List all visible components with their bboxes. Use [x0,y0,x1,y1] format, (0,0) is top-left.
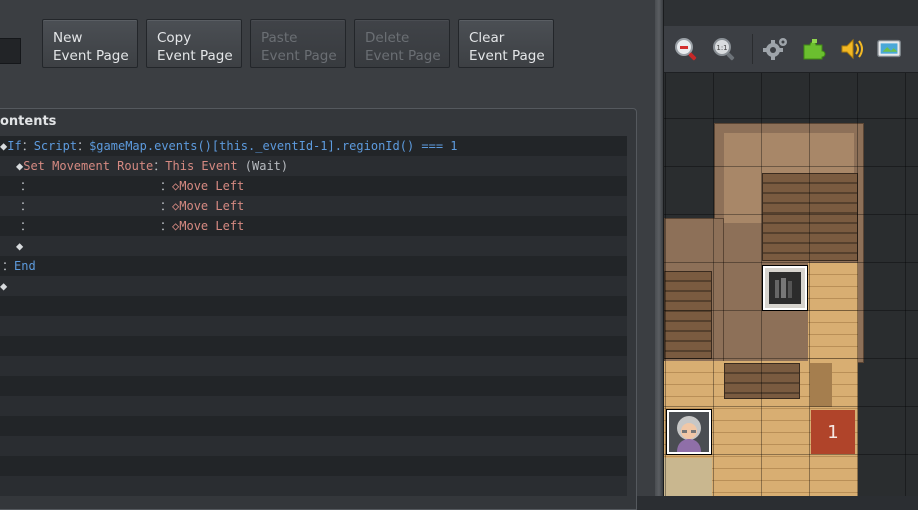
command-arg: Script [33,139,78,153]
zoom-out-icon[interactable] [672,35,700,63]
list-item [0,336,627,356]
row-marker: ◆ [16,239,24,253]
bookshelf-tile [762,173,858,261]
row-marker: ： [20,199,33,213]
command-arg: ◇Move Left [172,219,245,233]
paste-event-page-button[interactable]: Paste Event Page [250,19,346,68]
command-row-move-left[interactable]: ：：◇Move Left [0,216,627,236]
event-character-tile[interactable] [666,409,712,455]
list-item [0,356,627,376]
list-item [0,436,627,456]
list-item [0,316,627,336]
separator: ： [160,199,173,213]
list-item [0,476,627,496]
command-row-end[interactable]: ：End [0,256,627,276]
bench-tile [724,363,800,399]
map-title-strip [664,0,918,26]
region-id-tile: 1 [811,410,855,454]
separator: ： [160,179,173,193]
command-script: $gameMap.events()[this._eventId-1].regio… [89,139,458,153]
button-label-line1: New [53,30,83,46]
contents-group-label: ontents [0,114,57,129]
sound-speaker-icon[interactable] [838,35,866,63]
copy-event-page-button[interactable]: Copy Event Page [146,19,242,68]
separator: ： [153,159,166,173]
plugin-puzzle-icon[interactable] [800,35,828,63]
command-arg: ◇Move Left [172,199,245,213]
command-name: If [7,139,22,153]
old-woman-character-icon [677,416,701,452]
row-marker: ： [20,219,33,233]
map-toolbar: 1:1 [664,26,918,73]
row-marker: ： [2,259,15,273]
command-row-move-left[interactable]: ：：◇Move Left [0,176,627,196]
command-name: End [14,259,36,273]
event-editor-panel: New Event Page Copy Event Page Paste Eve… [0,0,656,510]
floor-shadow [810,363,832,407]
button-label-line2: Event Page [157,48,233,64]
separator: ： [21,139,34,153]
row-marker: ◆ [0,279,8,293]
separator: ： [77,139,90,153]
button-label-line2: Event Page [53,48,129,64]
command-name: Set Movement Route [23,159,154,173]
separator: ： [160,219,173,233]
button-label-line1: Delete [365,30,410,46]
button-label-line2: Event Page [261,48,337,64]
zoom-actual-label: 1:1 [716,44,727,52]
command-arg: ◇Move Left [172,179,245,193]
list-item [0,376,627,396]
bookshelf-tile [664,271,712,359]
command-row-move-left[interactable]: ：：◇Move Left [0,196,627,216]
command-row-set-movement-route[interactable]: ◆Set Movement Route：This Event (Wait) [0,156,627,176]
settings-gear-icon[interactable] [762,35,790,63]
event-name-field[interactable] [0,38,21,64]
list-item [0,456,627,476]
bookcase-icon [769,272,801,304]
command-row-empty[interactable]: ◆ [0,236,627,256]
list-item [0,396,627,416]
button-label-line1: Clear [469,30,505,46]
button-label-line2: Event Page [469,48,545,64]
command-row-if[interactable]: ◆If：Script：$gameMap.events()[this._event… [0,136,627,156]
event-command-list[interactable]: ◆If：Script：$gameMap.events()[this._event… [0,136,627,496]
floor-tile [664,458,712,496]
zoom-actual-size-icon[interactable]: 1:1 [710,35,738,63]
command-row-empty[interactable]: ◆ [0,276,627,296]
command-arg: This Event [165,159,238,173]
button-label-line1: Copy [157,30,192,46]
button-label-line1: Paste [261,30,298,46]
event-bookcase-tile[interactable] [762,265,808,311]
window-border [655,0,664,496]
list-item [0,296,627,316]
new-event-page-button[interactable]: New Event Page [42,19,138,68]
clear-event-page-button[interactable]: Clear Event Page [458,19,554,68]
delete-event-page-button[interactable]: Delete Event Page [354,19,450,68]
command-arg-wait: (Wait) [244,159,289,173]
list-item [0,416,627,436]
toolbar-separator [752,34,753,64]
playtest-icon[interactable] [876,35,904,63]
map-canvas[interactable]: 1 [664,73,918,496]
row-marker: ： [20,179,33,193]
button-label-line2: Event Page [365,48,441,64]
